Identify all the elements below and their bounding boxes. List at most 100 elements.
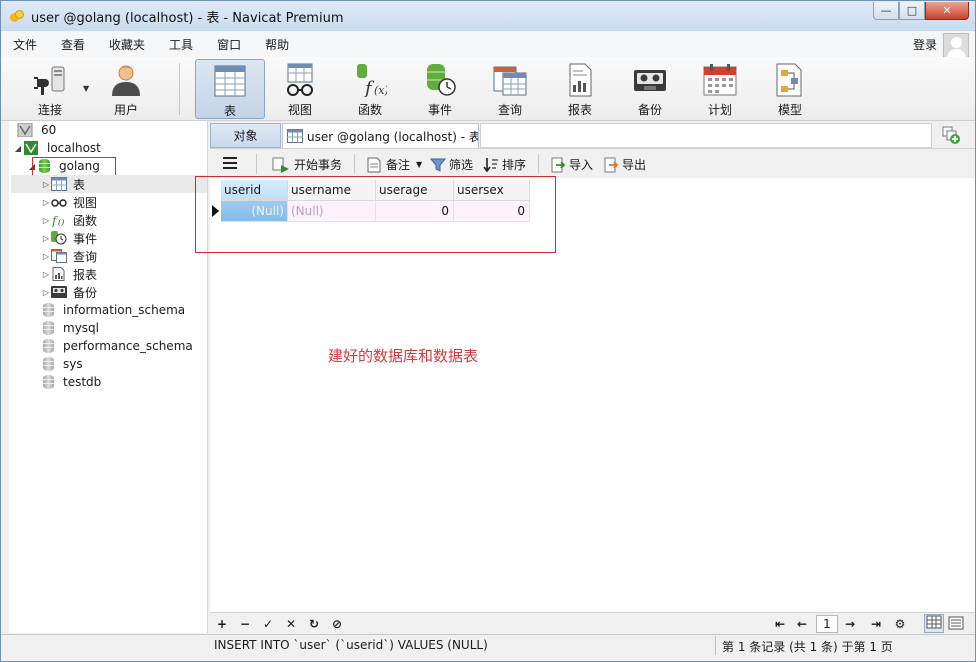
- new-tab-icon[interactable]: [941, 125, 961, 145]
- collapsed-triangle-icon[interactable]: ▷: [41, 198, 51, 207]
- collapsed-triangle-icon[interactable]: ▷: [41, 288, 51, 297]
- tree-item-tables[interactable]: ▷ 表: [11, 175, 207, 193]
- tree-item-reports[interactable]: ▷ 报表: [41, 265, 97, 283]
- record-navigation-bar: + − ✓ ✕ ↻ ⊘ ⇤ ← 1 → ⇥ ⚙: [210, 612, 975, 634]
- toolbar-event-label: 事件: [427, 103, 452, 117]
- tree-item-functions[interactable]: ▷ f() 函数: [41, 211, 97, 229]
- tree-item-backups[interactable]: ▷ 备份: [41, 283, 97, 301]
- previous-page-icon[interactable]: ←: [794, 616, 810, 632]
- svg-text:(x): (x): [374, 84, 387, 97]
- toolbar-event-button[interactable]: 事件: [405, 59, 475, 119]
- toolbar-function-button[interactable]: f (x) 函数: [335, 59, 405, 119]
- tree-item-label: 查询: [73, 249, 98, 264]
- tree-item-label: testdb: [63, 375, 102, 389]
- tab-strip-empty: [480, 123, 932, 148]
- status-divider: [715, 636, 716, 655]
- maximize-button[interactable]: □: [899, 2, 925, 20]
- collapsed-triangle-icon[interactable]: ▷: [41, 234, 51, 243]
- toolbar-table-button[interactable]: 表: [195, 59, 265, 119]
- export-button[interactable]: 导出: [603, 156, 646, 173]
- tree-item-events[interactable]: ▷ 事件: [41, 229, 97, 247]
- delete-record-icon[interactable]: −: [237, 616, 253, 632]
- collapsed-triangle-icon[interactable]: ▷: [41, 270, 51, 279]
- tab-bar: 对象 user @golang (localhost) - 表: [210, 121, 975, 149]
- tree-item-label: 表: [73, 177, 86, 192]
- add-record-icon[interactable]: +: [214, 616, 230, 632]
- menu-window[interactable]: 窗口: [205, 36, 253, 53]
- toolbar-report-button[interactable]: 报表: [545, 59, 615, 119]
- database-icon: [41, 375, 57, 389]
- close-button[interactable]: ✕: [925, 2, 969, 20]
- toolbar-view-button[interactable]: 视图: [265, 59, 335, 119]
- toolbar-connect-button[interactable]: 连接: [15, 59, 85, 119]
- navigation-tree: 60 ◢ localhost ◢ golang ▷ 表 ▷ 视图 ▷ f () …: [9, 121, 208, 633]
- connect-dropdown-icon[interactable]: ▼: [83, 84, 89, 93]
- tree-item-information-schema[interactable]: information_schema: [41, 301, 185, 319]
- toolbar-separator: [179, 63, 180, 115]
- tab-user-table[interactable]: user @golang (localhost) - 表: [282, 123, 479, 148]
- tab-objects-label: 对象: [233, 129, 258, 143]
- import-button[interactable]: 导入: [550, 156, 593, 173]
- refresh-icon[interactable]: ↻: [306, 616, 322, 632]
- page-number-field[interactable]: 1: [816, 615, 838, 633]
- first-page-icon[interactable]: ⇤: [772, 616, 788, 632]
- toolbar-schedule-button[interactable]: 计划: [685, 59, 755, 119]
- tree-item-performance-schema[interactable]: performance_schema: [41, 337, 193, 355]
- tree-item-label: localhost: [47, 141, 101, 155]
- window-title: user @golang (localhost) - 表 - Navicat P…: [31, 10, 344, 26]
- server-icon: [17, 122, 35, 138]
- apply-changes-icon[interactable]: ✓: [260, 616, 276, 632]
- hamburger-icon[interactable]: [222, 156, 238, 170]
- menu-view[interactable]: 查看: [49, 36, 97, 53]
- navicat-window: user @golang (localhost) - 表 - Navicat P…: [0, 0, 976, 662]
- chevron-down-icon[interactable]: ▼: [416, 160, 422, 169]
- tab-objects[interactable]: 对象: [210, 123, 281, 148]
- status-sql-text: INSERT INTO `user` (`userid`) VALUES (NU…: [214, 638, 488, 652]
- toolbar-backup-button[interactable]: 备份: [615, 59, 685, 119]
- minimize-button[interactable]: —: [873, 2, 899, 20]
- function-icon: f (x): [353, 63, 389, 99]
- database-icon: [41, 321, 57, 335]
- toolbar-query-button[interactable]: 查询: [475, 59, 545, 119]
- query-icon: [51, 249, 67, 263]
- tab-user-table-label: user @golang (localhost) - 表: [307, 129, 479, 144]
- collapsed-triangle-icon[interactable]: ▷: [41, 252, 51, 261]
- login-link[interactable]: 登录: [913, 36, 937, 53]
- menu-tools[interactable]: 工具: [157, 36, 205, 53]
- expanded-triangle-icon[interactable]: ◢: [13, 144, 23, 153]
- tree-item-60[interactable]: 60: [17, 121, 56, 139]
- menu-file[interactable]: 文件: [1, 36, 49, 53]
- menu-help[interactable]: 帮助: [253, 36, 301, 53]
- discard-changes-icon[interactable]: ✕: [283, 616, 299, 632]
- event-clock-icon: [423, 63, 457, 97]
- sort-button[interactable]: 排序: [483, 156, 526, 173]
- tree-item-localhost[interactable]: ◢ localhost: [13, 139, 101, 157]
- grid-view-icon[interactable]: [924, 614, 944, 633]
- tree-item-queries[interactable]: ▷ 查询: [41, 247, 97, 265]
- collapsed-triangle-icon[interactable]: ▷: [41, 180, 51, 189]
- tree-item-label: sys: [63, 357, 83, 371]
- settings-gear-icon[interactable]: ⚙: [892, 616, 908, 632]
- filter-button[interactable]: 筛选: [429, 156, 473, 173]
- tree-item-label: 60: [41, 123, 57, 137]
- export-label: 导出: [622, 158, 647, 172]
- model-icon: [773, 63, 807, 97]
- tree-item-views[interactable]: ▷ 视图: [41, 193, 97, 211]
- begin-transaction-button[interactable]: 开始事务: [272, 156, 342, 173]
- toolbar-user-button[interactable]: 用户: [91, 59, 161, 119]
- menu-favorites[interactable]: 收藏夹: [97, 36, 157, 53]
- tree-item-sys[interactable]: sys: [41, 355, 83, 373]
- form-view-icon[interactable]: [948, 616, 964, 632]
- tree-item-label: 备份: [73, 285, 98, 300]
- stop-icon[interactable]: ⊘: [329, 616, 345, 632]
- comment-button[interactable]: 备注 ▼: [366, 156, 422, 173]
- next-page-icon[interactable]: →: [842, 616, 858, 632]
- toolbar-function-label: 函数: [357, 103, 382, 117]
- toolbar-model-button[interactable]: 模型: [755, 59, 825, 119]
- tree-item-mysql[interactable]: mysql: [41, 319, 99, 337]
- collapsed-triangle-icon[interactable]: ▷: [41, 216, 51, 225]
- tree-item-testdb[interactable]: testdb: [41, 373, 101, 391]
- database-icon: [41, 303, 57, 317]
- last-page-icon[interactable]: ⇥: [868, 616, 884, 632]
- avatar[interactable]: [943, 33, 969, 59]
